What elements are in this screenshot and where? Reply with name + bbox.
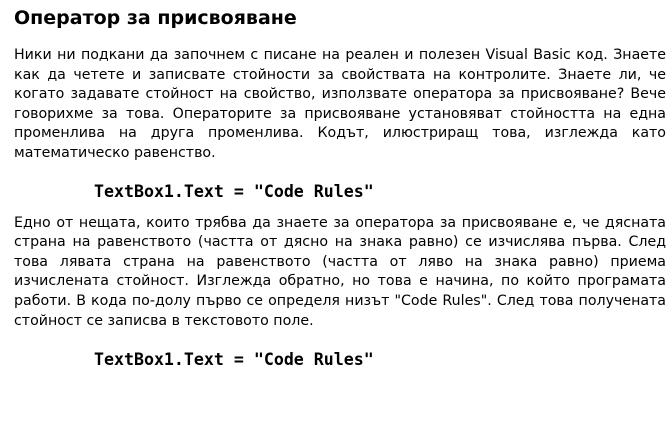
- code-example-1: TextBox1.Text = "Code Rules": [94, 181, 374, 201]
- intro-paragraph: Ники ни подкани да започнем с писане на …: [14, 47, 666, 161]
- section-heading: Оператор за присвояване: [14, 7, 297, 29]
- document-page: Оператор за присвояване Ники ни подкани …: [14, 0, 666, 371]
- code-example-2: TextBox1.Text = "Code Rules": [94, 350, 374, 370]
- explanation-paragraph: Едно от нещата, които трябва да знаете з…: [14, 214, 666, 329]
